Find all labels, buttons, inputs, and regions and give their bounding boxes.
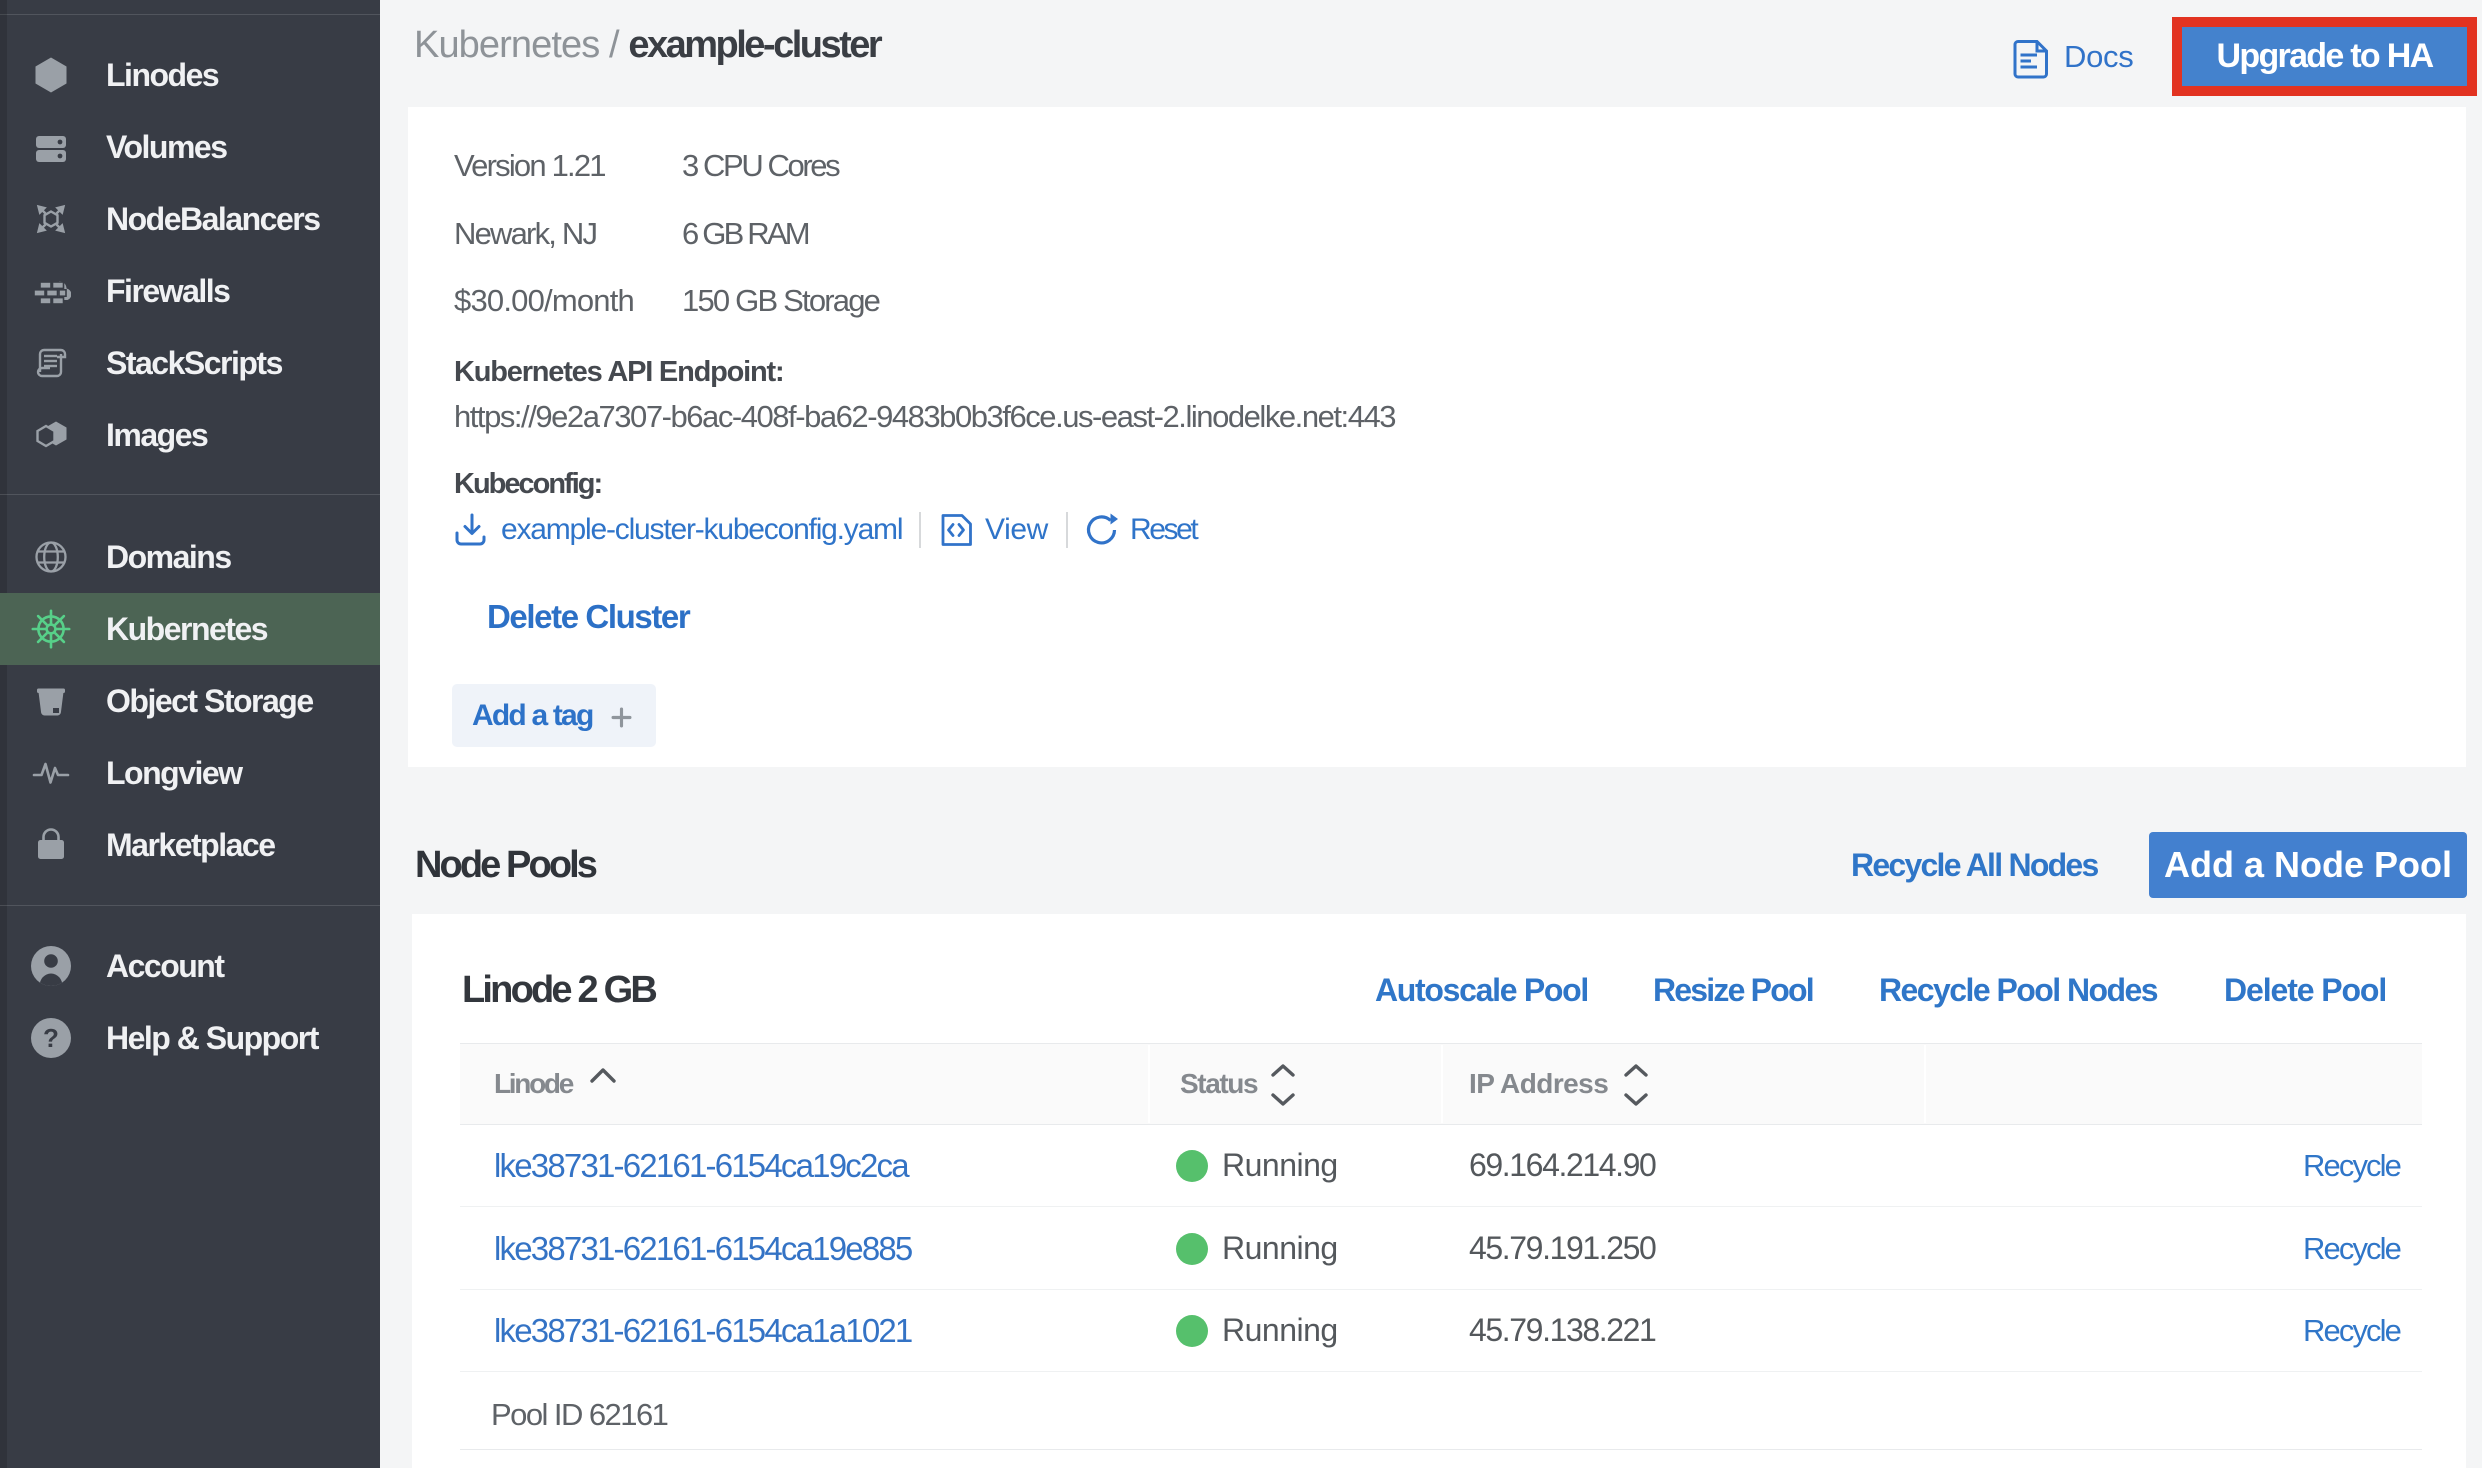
svg-text:?: ? [43,1023,59,1053]
